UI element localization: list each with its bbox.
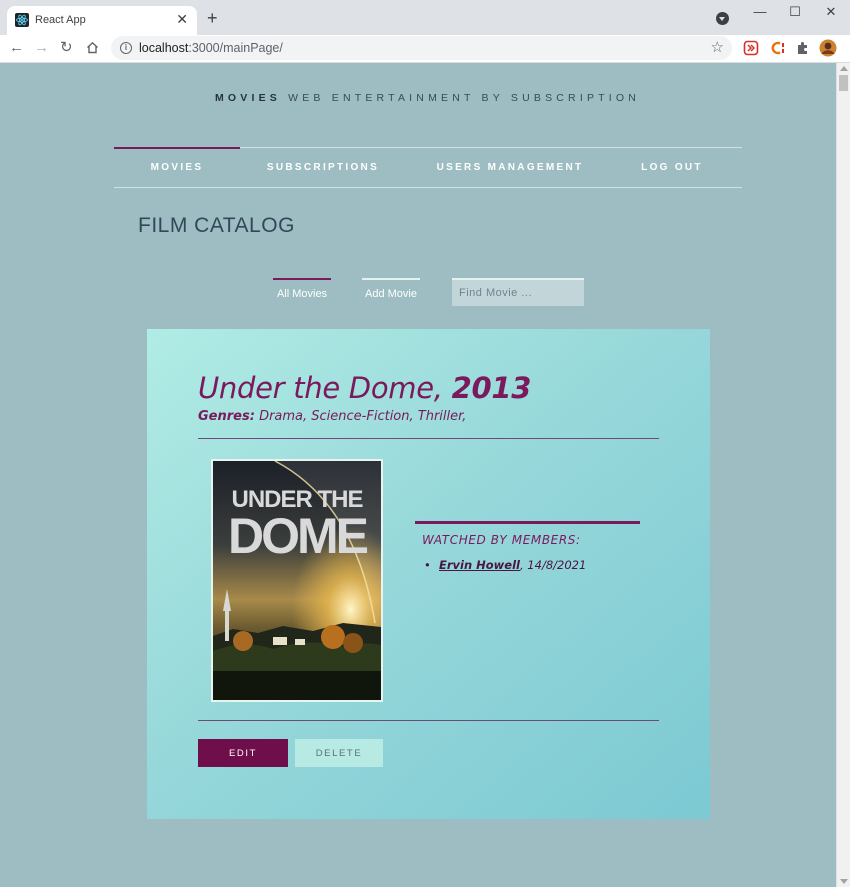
page: MOVIES WEB ENTERTAINMENT BY SUBSCRIPTION… <box>0 63 836 887</box>
maximize-icon[interactable]: ☐ <box>785 4 805 20</box>
avatar[interactable] <box>819 39 837 57</box>
browser-toolbar: ← → ↻ i localhost:3000/mainPage/ ☆ <box>0 35 850 63</box>
edit-button[interactable]: EDIT <box>198 739 288 767</box>
home-icon[interactable] <box>86 41 99 54</box>
close-icon[interactable]: ✕ <box>176 11 188 27</box>
window-close-icon[interactable]: ✕ <box>821 4 841 20</box>
divider <box>198 720 659 721</box>
member-link[interactable]: Ervin Howell <box>439 558 520 572</box>
extensions-puzzle-icon[interactable] <box>795 40 811 56</box>
browser-tabstrip: React App ✕ + — ☐ ✕ <box>0 0 850 35</box>
forward-icon[interactable]: → <box>34 39 49 57</box>
movie-card: Under the Dome, 2013 Genres: Drama, Scie… <box>147 329 710 819</box>
scroll-thumb[interactable] <box>839 75 848 91</box>
divider <box>198 438 659 439</box>
tab-search-icon[interactable] <box>716 12 729 25</box>
main-nav: MOVIES SUBSCRIPTIONS USERS MANAGEMENT LO… <box>114 147 742 188</box>
bookmark-star-icon[interactable]: ☆ <box>711 38 724 56</box>
info-icon[interactable]: i <box>120 42 132 54</box>
search-input[interactable] <box>452 278 584 306</box>
movie-genres: Genres: Drama, Science-Fiction, Thriller… <box>198 409 466 424</box>
new-tab-icon[interactable]: + <box>207 9 218 27</box>
list-item: Ervin Howell, 14/8/2021 <box>424 558 640 572</box>
back-icon[interactable]: ← <box>9 39 24 57</box>
nav-users-management[interactable]: USERS MANAGEMENT <box>426 148 594 188</box>
nav-movies[interactable]: MOVIES <box>114 147 240 188</box>
member-watch-date: , 14/8/2021 <box>520 558 587 572</box>
tab-add-movie-label: Add Movie <box>365 288 417 300</box>
address-bar[interactable]: i localhost:3000/mainPage/ ☆ <box>111 36 732 60</box>
watched-by-section: WATCHED BY MEMBERS: Ervin Howell, 14/8/2… <box>415 521 640 572</box>
nav-subscriptions[interactable]: SUBSCRIPTIONS <box>254 148 392 188</box>
movie-name: Under the Dome, <box>198 371 443 405</box>
genres-value: Drama, Science-Fiction, Thriller, <box>259 409 467 424</box>
genres-label: Genres: <box>198 409 255 424</box>
movie-title: Under the Dome, 2013 <box>198 371 531 405</box>
members-list: Ervin Howell, 14/8/2021 <box>424 558 640 572</box>
page-title: FILM CATALOG <box>138 214 295 237</box>
reload-icon[interactable]: ↻ <box>60 39 73 57</box>
scrollbar[interactable] <box>836 63 850 887</box>
tab-all-movies-label: All Movies <box>276 288 328 300</box>
site-brand: MOVIES WEB ENTERTAINMENT BY SUBSCRIPTION <box>214 92 641 104</box>
url-text: localhost:3000/mainPage/ <box>139 41 283 55</box>
tab-add-movie[interactable]: Add Movie <box>362 278 420 308</box>
minimize-icon[interactable]: — <box>750 4 770 20</box>
watched-title: WATCHED BY MEMBERS: <box>422 533 581 547</box>
movie-poster: UNDER THE DOME <box>211 459 383 702</box>
nav-log-out[interactable]: LOG OUT <box>630 148 714 188</box>
movie-year: 2013 <box>451 371 532 405</box>
react-icon <box>15 13 29 27</box>
extension-c-icon[interactable] <box>769 40 785 56</box>
extension-red-icon[interactable] <box>743 40 759 56</box>
tab-all-movies[interactable]: All Movies <box>273 278 331 308</box>
scroll-up-icon[interactable] <box>840 66 848 71</box>
browser-tab[interactable]: React App ✕ <box>7 6 197 35</box>
section-accent-bar <box>415 521 640 524</box>
delete-button[interactable]: DELETE <box>295 739 383 767</box>
tab-title: React App <box>35 14 86 26</box>
poster-title-line2: DOME <box>228 508 368 564</box>
scroll-down-icon[interactable] <box>840 879 848 884</box>
